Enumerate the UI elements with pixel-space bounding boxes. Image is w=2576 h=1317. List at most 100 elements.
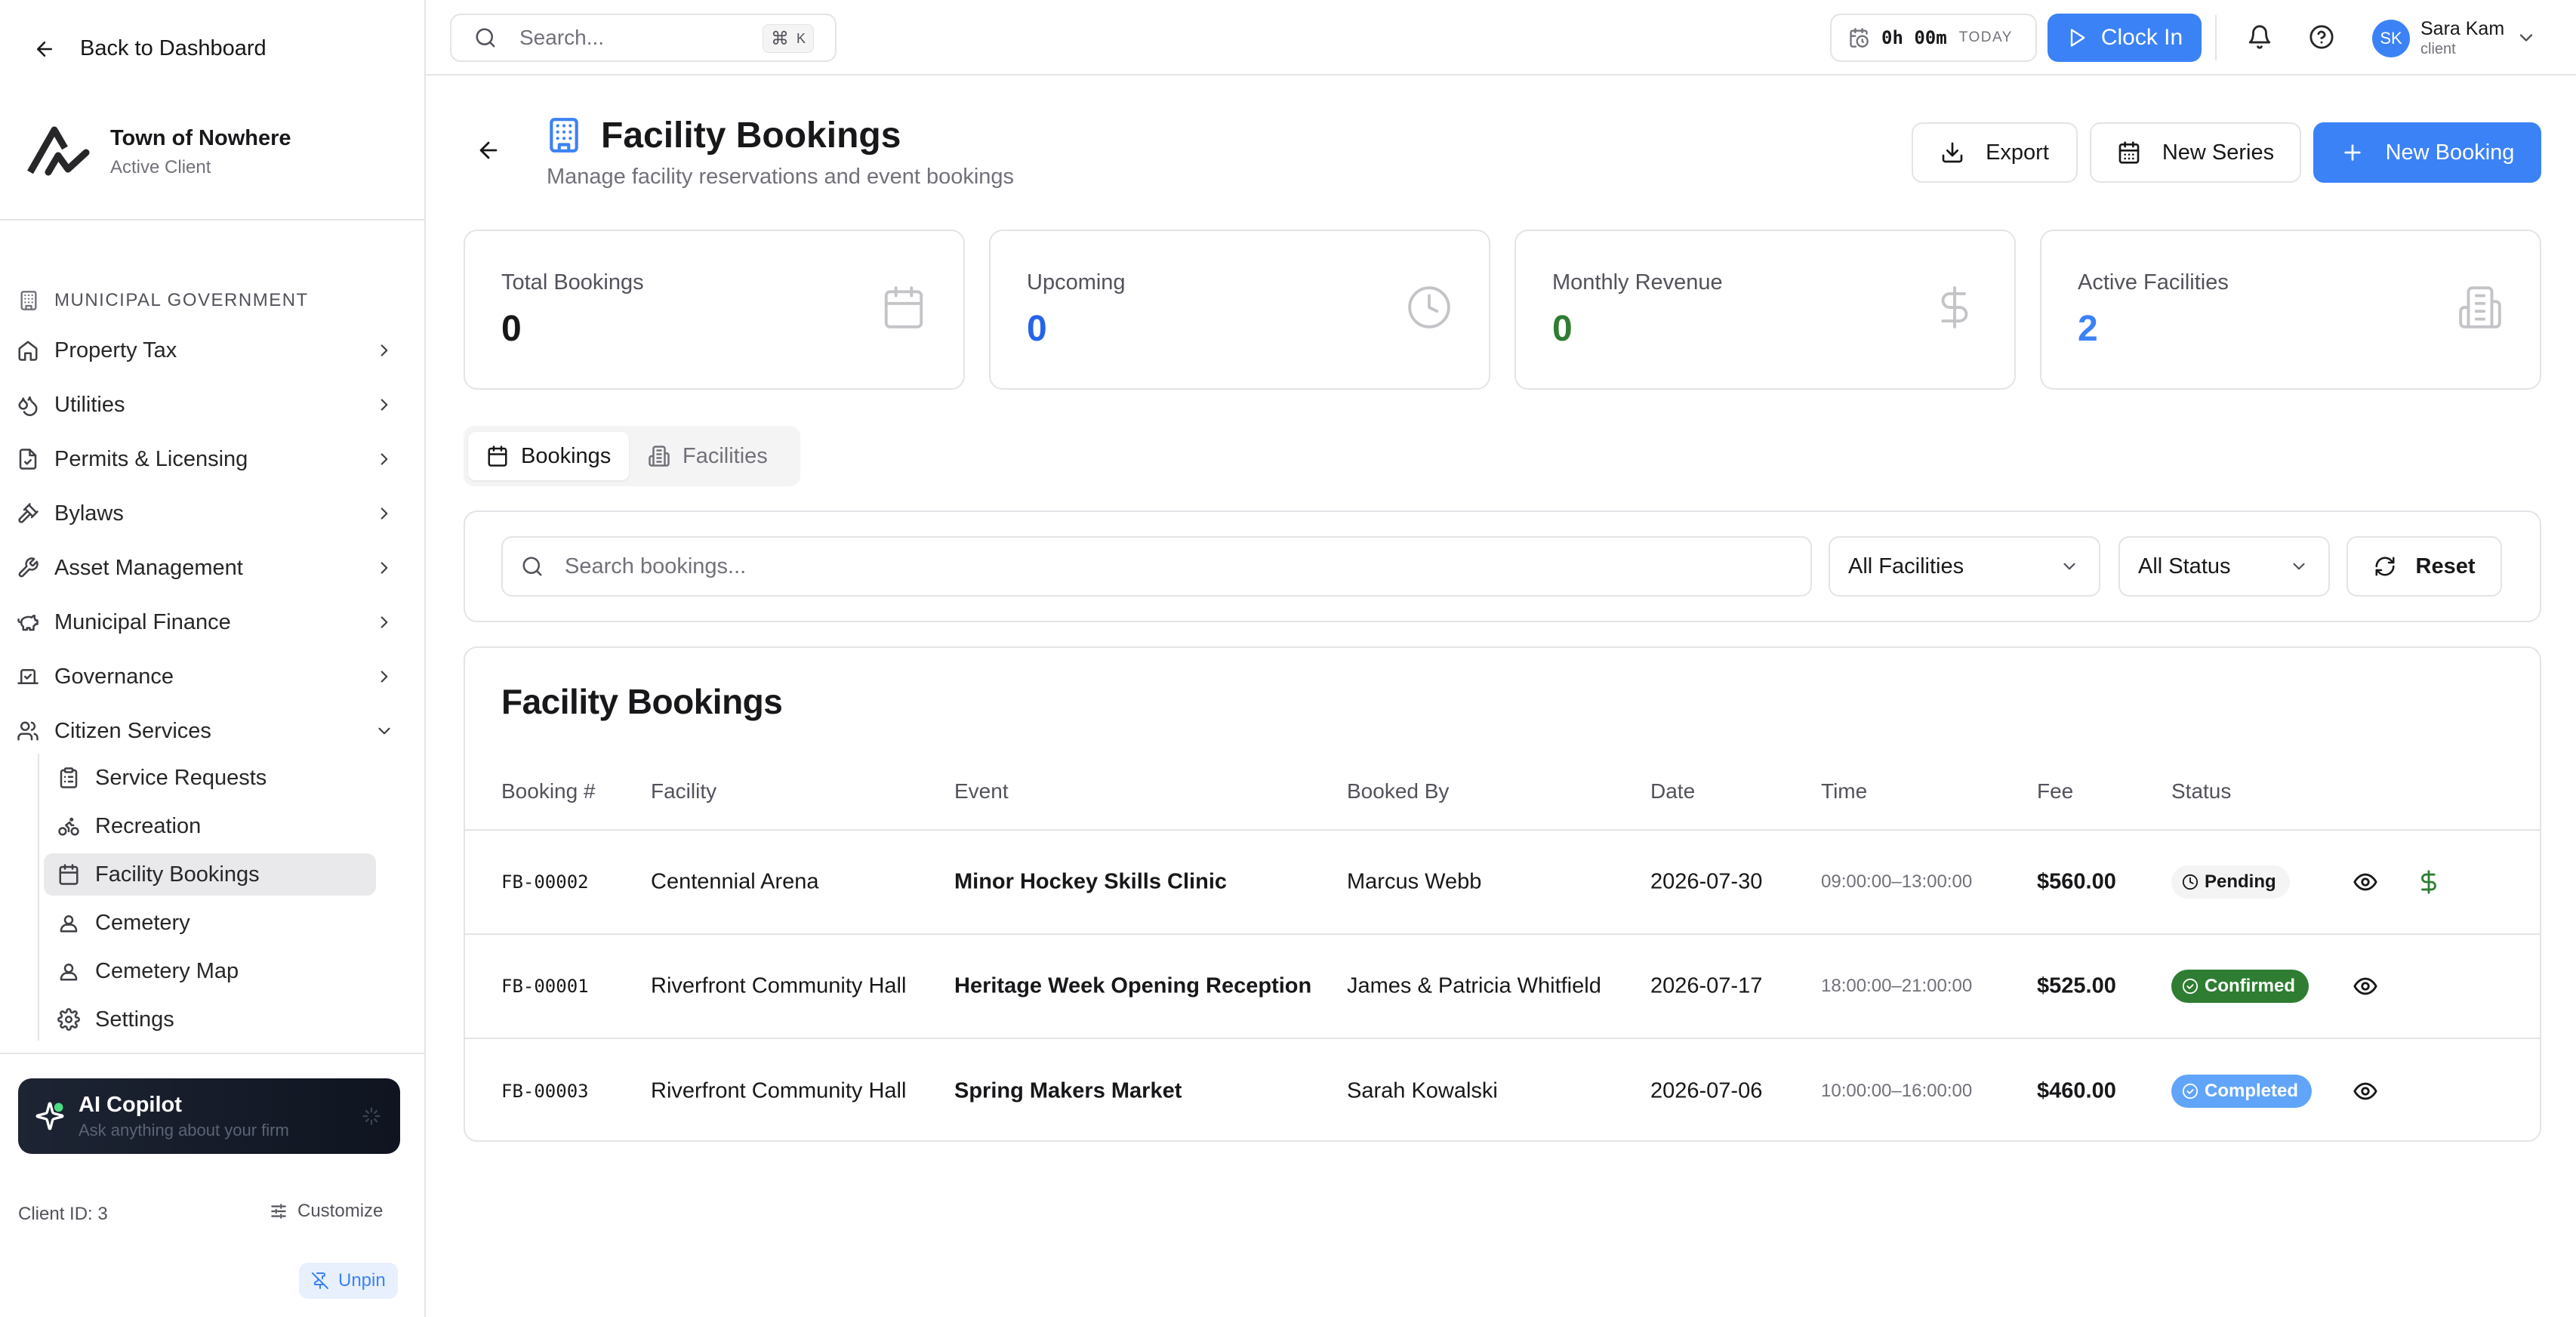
sidebar-subitem-service-requests[interactable]: Service Requests: [44, 757, 376, 799]
sidebar-item-governance[interactable]: Governance: [17, 654, 405, 699]
sidebar-item-property-tax[interactable]: Property Tax: [17, 328, 405, 373]
ai-copilot-button[interactable]: AI Copilot Ask anything about your firm: [18, 1078, 400, 1154]
chevron-down-icon[interactable]: [2516, 27, 2537, 48]
calendar-icon: [57, 863, 80, 886]
top-bar: Search... ⌘ K 0h 00m TODAY Clock In SK S…: [426, 0, 2576, 76]
back-to-dashboard-link[interactable]: Back to Dashboard: [33, 36, 267, 61]
client-id: Client ID: 3: [18, 1204, 108, 1224]
sidebar: Back to Dashboard Town of Nowhere Active…: [0, 0, 426, 1317]
clipboard-list-icon: [57, 766, 80, 789]
home-icon: [17, 339, 39, 362]
stat-value: 0: [501, 309, 522, 349]
user-square-icon: [57, 911, 80, 934]
sidebar-subitem-recreation[interactable]: Recreation: [44, 805, 376, 847]
table-row[interactable]: FB-00003 Riverfront Community Hall Sprin…: [465, 1039, 2540, 1140]
clock-in-button[interactable]: Clock In: [2048, 14, 2202, 62]
sidebar-item-utilities[interactable]: Utilities: [17, 382, 405, 427]
customize-label: Customize: [297, 1201, 384, 1221]
bell-icon[interactable]: [2247, 24, 2272, 50]
pin-off-icon: [311, 1272, 329, 1290]
sidebar-subitem-settings[interactable]: Settings: [44, 998, 376, 1041]
sidebar-item-label: Citizen Services: [54, 718, 211, 743]
booked-by: Marcus Webb: [1347, 869, 1482, 894]
chevron-down-icon: [374, 721, 394, 741]
copilot-title: AI Copilot: [79, 1092, 182, 1117]
back-arrow-icon[interactable]: [476, 137, 501, 163]
building-icon: [18, 290, 39, 311]
event-name: Heritage Week Opening Reception: [954, 973, 1312, 998]
global-search-input[interactable]: Search... ⌘ K: [450, 14, 837, 62]
sidebar-item-asset-management[interactable]: Asset Management: [17, 545, 405, 591]
tab-label: Bookings: [521, 443, 612, 468]
unpin-label: Unpin: [338, 1270, 386, 1291]
stat-value: 2: [2078, 309, 2098, 349]
page-subtitle: Manage facility reservations and event b…: [547, 165, 1015, 189]
sparkles-icon: [35, 1101, 65, 1131]
unpin-button[interactable]: Unpin: [299, 1263, 398, 1299]
avatar[interactable]: SK: [2372, 20, 2410, 57]
topbar-divider: [2215, 15, 2217, 60]
sidebar-item-permits-licensing[interactable]: Permits & Licensing: [17, 436, 405, 482]
client-switcher[interactable]: Town of Nowhere Active Client: [26, 119, 291, 184]
keyboard-shortcut-hint: ⌘ K: [762, 24, 814, 53]
table-row[interactable]: FB-00001 Riverfront Community Hall Herit…: [465, 935, 2540, 1039]
user-square-icon: [57, 960, 80, 982]
stat-card-total-bookings: Total Bookings 0: [464, 230, 965, 390]
facility-name: Riverfront Community Hall: [651, 1078, 907, 1103]
calendar-icon: [880, 284, 927, 331]
chevron-down-icon: [2289, 557, 2309, 576]
piggy-bank-icon: [17, 611, 39, 634]
booking-fee: $460.00: [2037, 1078, 2116, 1103]
sidebar-subitem-cemetery[interactable]: Cemetery: [44, 902, 376, 944]
download-icon: [1940, 140, 1964, 165]
view-eye-icon[interactable]: [2353, 1078, 2378, 1104]
view-eye-icon[interactable]: [2353, 869, 2378, 895]
building-icon: [545, 116, 583, 154]
wrench-icon: [17, 557, 39, 579]
clock-icon: [2182, 874, 2199, 890]
chevron-down-icon: [2060, 557, 2079, 576]
booking-date: 2026-07-06: [1650, 1078, 1763, 1103]
building-icon: [2457, 284, 2504, 331]
sidebar-subitem-facility-bookings[interactable]: Facility Bookings: [44, 853, 376, 896]
shortcut-cmd: ⌘: [770, 28, 789, 49]
facility-filter-select[interactable]: All Facilities: [1829, 536, 2100, 597]
new-series-button[interactable]: New Series: [2090, 122, 2301, 183]
new-series-label: New Series: [2162, 140, 2275, 165]
booking-fee: $560.00: [2037, 869, 2116, 894]
user-name[interactable]: Sara Kam: [2420, 18, 2504, 40]
submenu-guide-line: [38, 754, 39, 1041]
customize-button[interactable]: Customize: [269, 1201, 383, 1222]
sidebar-divider: [0, 219, 424, 221]
sidebar-item-bylaws[interactable]: Bylaws: [17, 491, 405, 536]
sidebar-item-municipal-finance[interactable]: Municipal Finance: [17, 600, 405, 645]
record-payment-dollar-icon[interactable]: [2416, 869, 2442, 895]
bike-icon: [57, 815, 80, 837]
sidebar-subitem-cemetery-map[interactable]: Cemetery Map: [44, 950, 376, 992]
bookings-search-input[interactable]: Search bookings...: [501, 536, 1812, 597]
sidebar-item-label: Governance: [54, 664, 174, 689]
chevron-right-icon: [374, 612, 394, 632]
calendar-clock-icon: [1848, 27, 1869, 48]
sidebar-divider: [0, 1053, 424, 1054]
filter-bar: Search bookings... All Facilities All St…: [464, 510, 2541, 622]
time-tracker[interactable]: 0h 00m TODAY: [1830, 14, 2037, 62]
reset-filters-button[interactable]: Reset: [2346, 536, 2502, 597]
status-label: Confirmed: [2205, 976, 2295, 996]
chevron-right-icon: [374, 667, 394, 686]
client-logo: [26, 119, 91, 184]
new-booking-button[interactable]: New Booking: [2313, 122, 2541, 183]
section-label: MUNICIPAL GOVERNMENT: [18, 290, 309, 311]
tab-facilities[interactable]: Facilities: [630, 432, 786, 480]
status-filter-select[interactable]: All Status: [2118, 536, 2330, 597]
view-eye-icon[interactable]: [2353, 973, 2378, 999]
tab-bookings[interactable]: Bookings: [468, 432, 630, 480]
copilot-subtitle: Ask anything about your firm: [79, 1120, 289, 1140]
sidebar-subitem-label: Cemetery Map: [95, 958, 239, 983]
table-title: Facility Bookings: [501, 682, 783, 721]
sidebar-item-citizen-services[interactable]: Citizen Services: [17, 708, 405, 754]
table-row[interactable]: FB-00002 Centennial Arena Minor Hockey S…: [465, 831, 2540, 935]
new-booking-label: New Booking: [2385, 140, 2515, 165]
export-button[interactable]: Export: [1912, 122, 2078, 183]
help-icon[interactable]: [2309, 24, 2334, 50]
